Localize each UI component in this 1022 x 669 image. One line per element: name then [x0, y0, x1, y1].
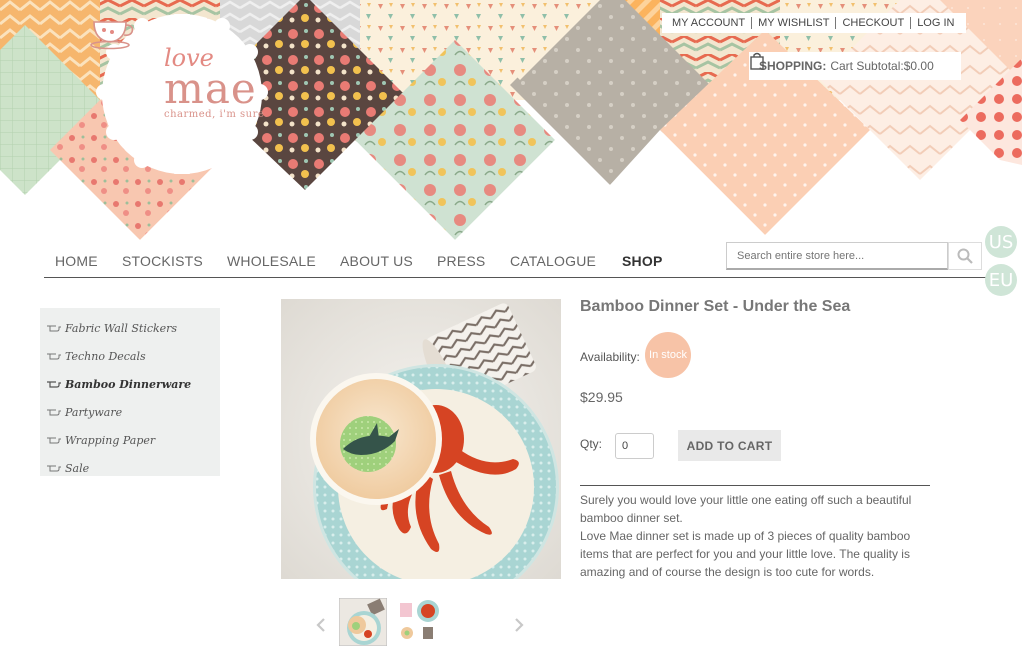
product-main-image[interactable]	[281, 299, 561, 579]
account-links-bar: MY ACCOUNT MY WISHLIST CHECKOUT LOG IN	[662, 13, 967, 33]
description-divider	[580, 485, 930, 486]
nav-item-home[interactable]: HOME	[55, 253, 98, 269]
qty-label: Qty:	[580, 437, 603, 451]
search-icon	[957, 248, 973, 264]
cart-summary[interactable]: SHOPPING: Cart Subtotal:$0.00	[749, 52, 961, 80]
teacup-icon	[90, 21, 134, 50]
chevron-left-icon[interactable]	[314, 616, 328, 634]
store-switch-us[interactable]: US	[985, 226, 1017, 258]
sidebar-item-techno-decals[interactable]: Techno Decals	[40, 342, 220, 370]
my-account-link[interactable]: MY ACCOUNT	[666, 17, 753, 29]
nav-item-stockists[interactable]: STOCKISTS	[122, 253, 203, 269]
nav-item-press[interactable]: PRESS	[437, 253, 485, 269]
logo[interactable]: love mae charmed, i'm sure.	[88, 14, 276, 174]
category-sidebar: Fabric Wall Stickers Techno Decals Bambo…	[40, 308, 220, 476]
sidebar-item-bamboo-dinnerware[interactable]: Bamboo Dinnerware	[40, 370, 220, 398]
product-price: $29.95	[580, 389, 623, 405]
pointing-hand-icon	[47, 325, 61, 332]
search-button[interactable]	[948, 242, 982, 270]
cart-label: SHOPPING:	[759, 59, 827, 73]
availability-label: Availability:	[580, 350, 640, 364]
pointing-hand-icon	[47, 381, 61, 388]
pointing-hand-icon	[47, 437, 61, 444]
sidebar-item-wrapping-paper[interactable]: Wrapping Paper	[40, 426, 220, 454]
nav-item-wholesale[interactable]: WHOLESALE	[227, 253, 316, 269]
sidebar-item-label: Fabric Wall Stickers	[65, 321, 178, 335]
sidebar-item-partyware[interactable]: Partyware	[40, 398, 220, 426]
description-paragraph-1: Surely you would love your little one ea…	[580, 493, 912, 525]
cart-subtotal: Cart Subtotal:$0.00	[830, 59, 934, 73]
description-paragraph-2: Love Mae dinner set is made up of 3 piec…	[580, 529, 911, 579]
sidebar-item-fabric-wall-stickers[interactable]: Fabric Wall Stickers	[40, 314, 220, 342]
sidebar-item-label: Wrapping Paper	[65, 433, 156, 447]
my-wishlist-link[interactable]: MY WISHLIST	[752, 17, 837, 29]
logo-name-text: mae	[164, 64, 257, 113]
search-input[interactable]	[726, 242, 948, 270]
nav-item-shop[interactable]: SHOP	[622, 253, 662, 269]
shopping-bag-icon	[750, 52, 764, 70]
sidebar-item-sale[interactable]: Sale	[40, 454, 220, 482]
thumbnail-image-2[interactable]	[395, 598, 443, 646]
sidebar-item-label: Partyware	[65, 405, 123, 419]
thumbnail-image-1[interactable]	[339, 598, 387, 646]
nav-item-catalogue[interactable]: CATALOGUE	[510, 253, 596, 269]
add-to-cart-button[interactable]: ADD TO CART	[678, 430, 781, 461]
dinner-set-illustration	[281, 299, 561, 579]
product-title: Bamboo Dinner Set - Under the Sea	[580, 298, 851, 315]
checkout-link[interactable]: CHECKOUT	[836, 17, 912, 29]
store-switch-eu[interactable]: EU	[985, 264, 1017, 296]
chevron-right-icon[interactable]	[512, 616, 526, 634]
qty-input[interactable]	[615, 433, 654, 459]
pointing-hand-icon	[47, 353, 61, 360]
nav-item-about-us[interactable]: ABOUT US	[340, 253, 413, 269]
product-description: Surely you would love your little one ea…	[580, 491, 930, 581]
product-thumbnail-carousel	[310, 598, 540, 650]
sidebar-item-label: Bamboo Dinnerware	[65, 377, 192, 391]
pointing-hand-icon	[47, 465, 61, 472]
header-banner: love mae charmed, i'm sure. MY ACCOUNT M…	[0, 0, 1022, 245]
stock-status-badge: In stock	[645, 332, 691, 378]
pointing-hand-icon	[47, 409, 61, 416]
logo-tagline: charmed, i'm sure.	[164, 109, 268, 120]
sidebar-item-label: Techno Decals	[65, 349, 146, 363]
log-in-link[interactable]: LOG IN	[911, 17, 960, 29]
sidebar-item-label: Sale	[65, 461, 90, 475]
